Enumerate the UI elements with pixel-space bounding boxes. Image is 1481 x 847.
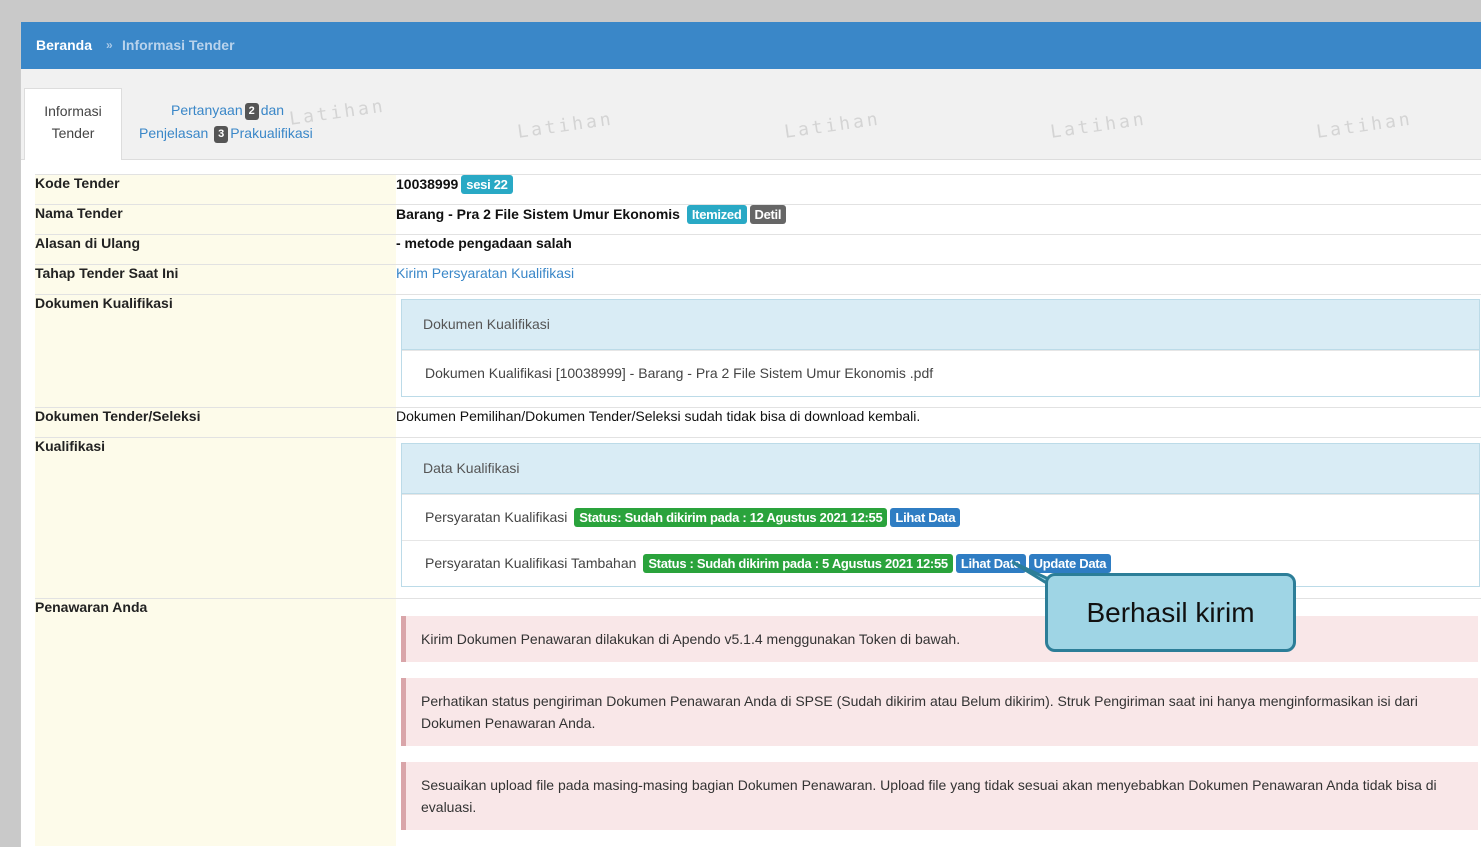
- dokumen-tender-value: Dokumen Pemilihan/Dokumen Tender/Seleksi…: [396, 407, 1481, 438]
- alert-status: Perhatikan status pengiriman Dokumen Pen…: [401, 678, 1478, 746]
- row-label: Kualifikasi: [35, 437, 396, 599]
- watermark: Latihan: [516, 108, 615, 143]
- tab-word-pertanyaan: Pertanyaan: [171, 102, 243, 118]
- row-alasan: Alasan di Ulang - metode pengadaan salah: [35, 234, 1481, 265]
- count-badge: 2: [244, 103, 259, 120]
- row-nama-tender: Nama Tender Barang - Pra 2 File Sistem U…: [35, 204, 1481, 235]
- row-dokumen-tender: Dokumen Tender/Seleksi Dokumen Pemilihan…: [35, 407, 1481, 438]
- sesi-badge: sesi 22: [461, 175, 513, 194]
- watermark: Latihan: [1049, 108, 1148, 143]
- watermark: Latihan: [288, 95, 387, 130]
- kualifikasi-item: Persyaratan Kualifikasi Status: Sudah di…: [402, 494, 1479, 540]
- alert-upload: Sesuaikan upload file pada masing-masing…: [401, 762, 1478, 830]
- itemized-badge: Itemized: [686, 205, 747, 224]
- dokumen-kualifikasi-panel: Dokumen Kualifikasi Dokumen Kualifikasi …: [401, 299, 1480, 397]
- row-label: Dokumen Tender/Seleksi: [35, 407, 396, 438]
- alasan-value: - metode pengadaan salah: [396, 234, 1481, 265]
- alert-apendo: Kirim Dokumen Penawaran dilakukan di Ape…: [401, 616, 1478, 662]
- watermark: Latihan: [783, 108, 882, 143]
- row-value: Kirim Persyaratan Kualifikasi: [396, 264, 1481, 295]
- row-value: Barang - Pra 2 File Sistem Umur Ekonomis…: [396, 204, 1481, 235]
- data-kualifikasi-panel: Data Kualifikasi Persyaratan Kualifikasi…: [401, 443, 1480, 587]
- kualifikasi-item: Persyaratan Kualifikasi Tambahan Status …: [402, 540, 1479, 586]
- row-label: Penawaran Anda: [35, 598, 396, 846]
- panel-title: Data Kualifikasi: [402, 444, 1479, 494]
- row-label: Dokumen Kualifikasi: [35, 294, 396, 408]
- row-label: Kode Tender: [35, 174, 396, 205]
- item-name: Persyaratan Kualifikasi Tambahan: [425, 555, 637, 571]
- count-badge: 3: [214, 126, 229, 143]
- main-window: Beranda » Informasi Tender Informasi Ten…: [20, 22, 1481, 847]
- row-kode-tender: Kode Tender 10038999 sesi 22: [35, 174, 1481, 205]
- tab-word-dan: dan: [260, 102, 285, 118]
- tab-informasi-tender[interactable]: Informasi Tender: [24, 88, 122, 160]
- breadcrumb-current: Informasi Tender: [122, 37, 235, 53]
- row-label: Tahap Tender Saat Ini: [35, 264, 396, 295]
- status-badge: Status : Sudah dikirim pada : 5 Agustus …: [643, 554, 953, 573]
- tab-label-line1: Informasi: [44, 103, 102, 119]
- row-value: Dokumen Kualifikasi Dokumen Kualifikasi …: [396, 294, 1481, 408]
- tab-bar: Informasi Tender Pertanyaan 2 dan Penjelas…: [21, 69, 1481, 160]
- nama-tender-value: Barang - Pra 2 File Sistem Umur Ekonomis: [396, 206, 680, 222]
- row-dokumen-kualifikasi: Dokumen Kualifikasi Dokumen Kualifikasi …: [35, 294, 1481, 408]
- detil-button[interactable]: Detil: [749, 205, 787, 224]
- tender-info-table: Kode Tender 10038999 sesi 22 Nama Tender …: [35, 174, 1481, 846]
- callout-annotation: Berhasil kirim: [1045, 573, 1296, 652]
- tahap-link[interactable]: Kirim Persyaratan Kualifikasi: [396, 265, 574, 281]
- breadcrumb: Beranda » Informasi Tender: [21, 22, 1481, 69]
- row-label: Alasan di Ulang: [35, 234, 396, 265]
- dokumen-file-link[interactable]: Dokumen Kualifikasi [10038999] - Barang …: [402, 350, 1479, 396]
- status-badge: Status: Sudah dikirim pada : 12 Agustus …: [574, 508, 888, 527]
- kode-tender-value: 10038999: [396, 176, 459, 192]
- tab-word-penjelasan: Penjelasan: [139, 125, 209, 141]
- breadcrumb-home[interactable]: Beranda: [36, 22, 92, 69]
- tab-label-line2: Tender: [51, 125, 95, 141]
- item-name: Persyaratan Kualifikasi: [425, 509, 568, 525]
- lihat-data-button[interactable]: Lihat Data: [890, 508, 961, 527]
- row-tahap: Tahap Tender Saat Ini Kirim Persyaratan …: [35, 264, 1481, 295]
- row-value: Data Kualifikasi Persyaratan Kualifikasi…: [396, 437, 1481, 599]
- row-label: Nama Tender: [35, 204, 396, 235]
- row-value: Kirim Dokumen Penawaran dilakukan di Ape…: [396, 598, 1481, 846]
- row-value: 10038999 sesi 22: [396, 174, 1481, 205]
- breadcrumb-separator: »: [106, 38, 113, 52]
- watermark: Latihan: [1315, 108, 1414, 143]
- panel-title: Dokumen Kualifikasi: [402, 300, 1479, 350]
